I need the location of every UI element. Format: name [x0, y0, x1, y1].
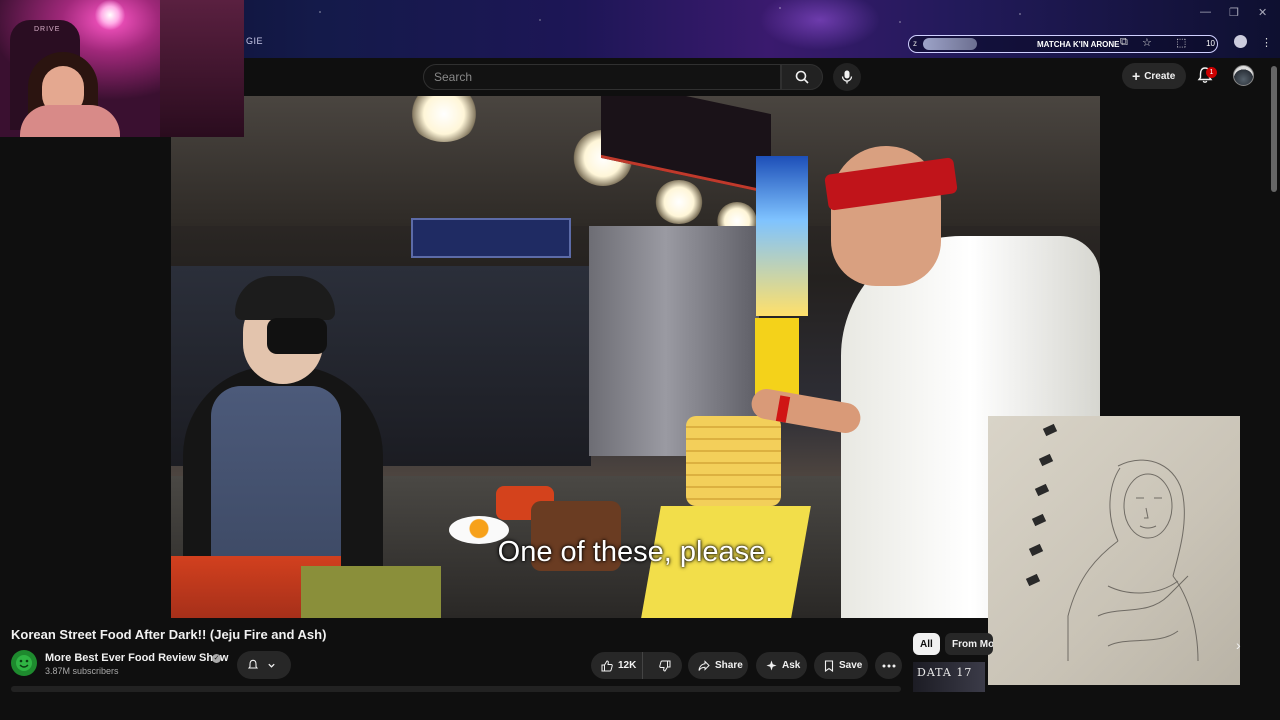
sparkle-icon: [766, 660, 777, 671]
search-icon: [795, 70, 809, 84]
extension-count: 10: [1206, 39, 1215, 48]
chip-from-channel[interactable]: From More: [945, 633, 993, 655]
pencil-sketch-drawing: [1067, 459, 1199, 662]
bookmark-star-icon[interactable]: ☆: [1142, 36, 1152, 49]
create-label: Create: [1144, 70, 1176, 82]
video-scene-vendor-mask: [267, 318, 327, 354]
like-count: 12K: [618, 660, 637, 671]
share-label: Share: [715, 660, 743, 671]
extensions-icon[interactable]: ⬚: [1176, 36, 1186, 49]
channel-avatar[interactable]: [11, 650, 37, 676]
verified-badge-icon: ✓: [212, 654, 221, 663]
video-scene-menu-board: [756, 156, 808, 316]
video-scene-price-sign: [755, 318, 799, 398]
search-button[interactable]: [781, 64, 823, 90]
video-player[interactable]: One of these, please.: [171, 96, 1100, 618]
smiley-logo-icon: [16, 655, 32, 671]
webcam-light: [95, 0, 125, 30]
screen: — ❐ ✕ GIE z MATCHA K'IN ARONE 10 ⧉ ☆ ⬚ ⋮: [0, 0, 1280, 720]
address-pill: [923, 38, 977, 50]
subscription-notifications-button[interactable]: [237, 651, 291, 679]
plus-icon: +: [1132, 68, 1141, 84]
notification-count-badge: 1: [1206, 67, 1217, 78]
page-scrollbar[interactable]: [1271, 66, 1277, 192]
minimize-icon[interactable]: —: [1200, 6, 1211, 18]
thumbs-down-icon: [659, 660, 671, 672]
webcam-chair-logo: DRIVE: [34, 26, 61, 33]
save-button[interactable]: Save: [814, 652, 868, 679]
address-bar[interactable]: z MATCHA K'IN ARONE 10: [908, 35, 1218, 53]
save-label: Save: [839, 660, 863, 671]
close-icon[interactable]: ✕: [1258, 6, 1267, 19]
more-actions-button[interactable]: [875, 652, 902, 679]
related-video-thumbnail[interactable]: DATA 17: [913, 662, 985, 692]
ask-label: Ask: [782, 660, 801, 671]
like-dislike-group: 12K: [591, 652, 682, 679]
address-page-title: MATCHA K'IN ARONE: [1037, 40, 1120, 49]
bell-icon: [247, 659, 259, 671]
ask-button[interactable]: Ask: [756, 652, 807, 679]
thumbnail-text: DATA 17: [917, 666, 973, 679]
channel-name[interactable]: More Best Ever Food Review Show: [45, 652, 228, 664]
video-scene-food-tray: [301, 566, 441, 618]
video-scene-vendor-cap: [235, 276, 335, 320]
thumbs-up-icon: [601, 659, 613, 672]
cast-icon[interactable]: ⧉: [1120, 36, 1128, 49]
like-button[interactable]: 12K: [591, 652, 644, 679]
sketchbook-overlay: [988, 416, 1240, 685]
subscriber-count: 3.87M subscribers: [45, 666, 119, 676]
kebab-menu-icon[interactable]: ⋮: [1261, 36, 1272, 49]
microphone-icon: [841, 70, 853, 84]
video-scene-sign: [411, 218, 571, 258]
chevron-right-icon[interactable]: ›: [1236, 637, 1241, 653]
more-horizontal-icon: [882, 664, 896, 668]
webcam-background-shelf: [160, 0, 244, 137]
description-box[interactable]: [11, 686, 901, 692]
video-scene-potato-stack: [686, 416, 781, 506]
search-box: [423, 64, 781, 90]
video-title: Korean Street Food After Dark!! (Jeju Fi…: [11, 627, 327, 642]
maximize-icon[interactable]: ❐: [1229, 6, 1239, 19]
search-input[interactable]: [434, 65, 764, 89]
dislike-button[interactable]: [648, 652, 682, 679]
video-lamp: [655, 180, 703, 224]
share-arrow-icon: [698, 659, 710, 672]
chevron-down-icon: [267, 661, 276, 670]
profile-icon[interactable]: [1234, 35, 1247, 48]
share-button[interactable]: Share: [688, 652, 748, 679]
voice-search-button[interactable]: [833, 63, 861, 91]
webcam-overlay: DRIVE: [0, 0, 244, 137]
webcam-person-body: [20, 105, 120, 137]
create-button[interactable]: + Create: [1122, 63, 1186, 89]
chip-all[interactable]: All: [913, 633, 940, 655]
video-subtitle: One of these, please.: [497, 536, 774, 568]
account-avatar[interactable]: [1233, 65, 1254, 86]
address-prefix: z: [913, 39, 917, 48]
bookmark-icon: [824, 659, 834, 672]
browser-tab-label[interactable]: GIE: [246, 36, 263, 46]
